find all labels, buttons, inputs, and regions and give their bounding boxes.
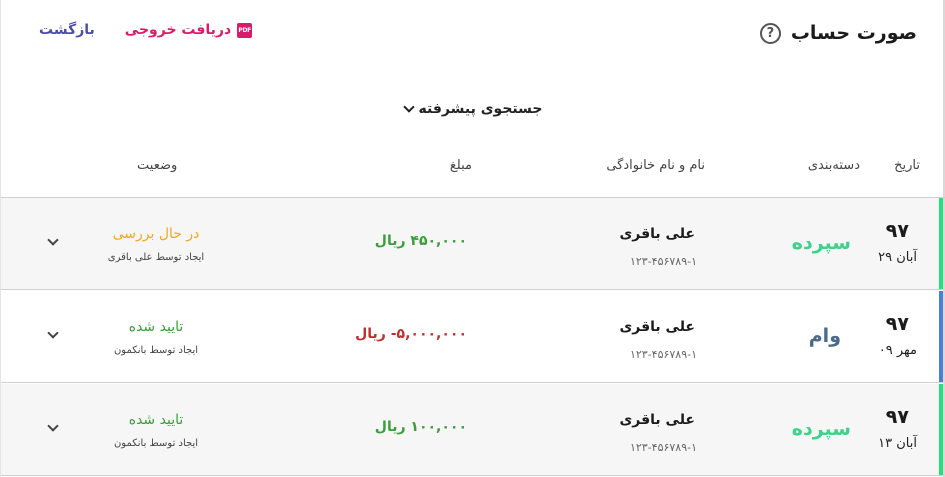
row-status: تایید شده (128, 412, 184, 428)
table-row[interactable]: ۹۷ آبان ۲۹ سپرده علی باقری ۱۲۳-۴۵۶۷۸۹-۱ … (1, 198, 943, 290)
table-row[interactable]: ۹۷ آبان ۱۳ سپرده علی باقری ۱۲۳-۴۵۶۷۸۹-۱ … (1, 384, 943, 476)
row-amount: ۱۰۰,۰۰۰ ریال (374, 419, 467, 435)
row-category: وام (808, 325, 841, 347)
row-accent (939, 384, 943, 475)
chevron-down-icon (47, 234, 59, 246)
row-day: مهر ۰۹ (878, 343, 917, 358)
chevron-down-icon (47, 420, 59, 432)
row-name: علی باقری (619, 319, 695, 335)
column-status: وضعیت (137, 158, 178, 173)
back-link[interactable]: بازگشت (39, 22, 95, 38)
row-account: ۱۲۳-۴۵۶۷۸۹-۱ (629, 441, 697, 454)
row-day: آبان ۱۳ (878, 436, 917, 451)
expand-row-button[interactable] (45, 234, 61, 250)
page-header: صورت حساب ? (759, 22, 917, 44)
row-day: آبان ۲۹ (878, 250, 917, 265)
row-amount: ۴۵۰,۰۰۰ ریال (374, 233, 467, 249)
expand-row-button[interactable] (45, 420, 61, 436)
row-status: در حال بررسی (112, 226, 200, 242)
row-accent (939, 291, 943, 382)
chevron-down-icon (402, 101, 415, 113)
row-category: سپرده (791, 232, 851, 254)
help-icon[interactable]: ? (759, 22, 781, 44)
row-creator: ایجاد توسط بانکمون (113, 345, 199, 356)
chevron-down-icon (47, 327, 59, 339)
row-year: ۹۷ (885, 313, 909, 335)
advanced-search-toggle[interactable]: جستجوی پیشرفته (1, 101, 945, 117)
pdf-icon: PDF (237, 22, 253, 38)
row-year: ۹۷ (885, 220, 909, 242)
page-title: صورت حساب (790, 22, 917, 44)
table-row[interactable]: ۹۷ مهر ۰۹ وام علی باقری ۱۲۳-۴۵۶۷۸۹-۱ ۵,۰… (1, 291, 943, 383)
advanced-search-label: جستجوی پیشرفته (418, 101, 543, 117)
row-accent (939, 198, 943, 289)
row-creator: ایجاد توسط بانکمون (113, 438, 199, 449)
row-account: ۱۲۳-۴۵۶۷۸۹-۱ (629, 255, 697, 268)
row-category: سپرده (791, 418, 851, 440)
export-label: دریافت خروجی (124, 22, 232, 38)
expand-row-button[interactable] (45, 327, 61, 343)
column-date: تاریخ (894, 158, 920, 173)
row-name: علی باقری (619, 412, 695, 428)
row-status: تایید شده (128, 319, 184, 335)
column-amount: مبلغ (449, 158, 472, 173)
column-category: دسته‌بندی (807, 158, 860, 173)
row-account: ۱۲۳-۴۵۶۷۸۹-۱ (629, 348, 697, 361)
export-button[interactable]: PDF دریافت خروجی (124, 22, 253, 38)
row-name: علی باقری (619, 226, 695, 242)
row-amount: ۵,۰۰۰,۰۰۰- ریال (355, 326, 467, 342)
row-creator: ایجاد توسط علی باقری (107, 252, 205, 263)
row-year: ۹۷ (885, 406, 909, 428)
header-actions: بازگشت PDF دریافت خروجی (39, 22, 253, 38)
statement-page: صورت حساب ? بازگشت PDF دریافت خروجی جستج… (0, 0, 945, 477)
column-name: نام و نام خانوادگی (606, 158, 705, 173)
